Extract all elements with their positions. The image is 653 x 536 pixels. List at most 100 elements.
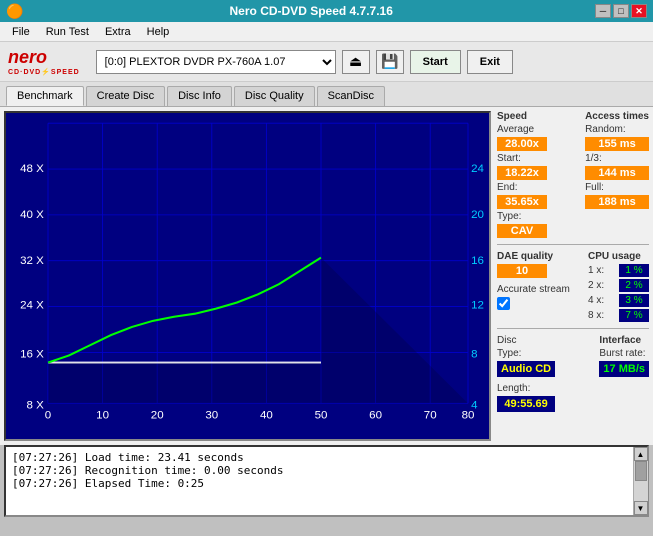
- svg-text:12: 12: [471, 300, 484, 312]
- app-icon: 🟠: [6, 3, 23, 20]
- scroll-thumb[interactable]: [635, 461, 647, 481]
- svg-text:8: 8: [471, 349, 477, 361]
- cpu-stats: CPU usage 1 x: 1 % 2 x: 2 % 4 x: 3 % 8 x…: [588, 251, 649, 322]
- dae-stats: DAE quality 10 Accurate stream: [497, 251, 570, 322]
- svg-text:16 X: 16 X: [20, 349, 44, 361]
- log-line-3: [07:27:26] Elapsed Time: 0:25: [12, 477, 641, 490]
- titlebar: 🟠 Nero CD-DVD Speed 4.7.7.16 ─ □ ✕: [0, 0, 653, 22]
- full-label: Full:: [585, 182, 649, 193]
- tab-scandisc[interactable]: ScanDisc: [317, 86, 385, 106]
- end-value: 35.65x: [497, 195, 547, 209]
- cpu-row-3: 4 x: 3 %: [588, 294, 649, 307]
- cpu-8x-value: 7 %: [619, 309, 649, 322]
- tab-disc-info[interactable]: Disc Info: [167, 86, 232, 106]
- maximize-button[interactable]: □: [613, 4, 629, 18]
- svg-text:30: 30: [205, 410, 218, 422]
- type-value: CAV: [497, 224, 547, 238]
- save-button[interactable]: 💾: [376, 50, 404, 74]
- svg-text:16: 16: [471, 255, 484, 267]
- drive-selector[interactable]: [0:0] PLEXTOR DVDR PX-760A 1.07: [96, 50, 336, 74]
- scroll-track: [634, 461, 648, 501]
- eject-button[interactable]: ⏏: [342, 50, 370, 74]
- svg-text:70: 70: [424, 410, 437, 422]
- start-value: 18.22x: [497, 166, 547, 180]
- cpu-2x-value: 2 %: [619, 279, 649, 292]
- onethird-value: 144 ms: [585, 166, 649, 180]
- menu-runtest[interactable]: Run Test: [38, 24, 97, 40]
- burst-label: Burst rate:: [599, 348, 649, 359]
- onethird-label: 1/3:: [585, 153, 649, 164]
- log-line-1: [07:27:26] Load time: 23.41 seconds: [12, 451, 641, 464]
- cpu-row-2: 2 x: 2 %: [588, 279, 649, 292]
- tab-create-disc[interactable]: Create Disc: [86, 86, 165, 106]
- menu-file[interactable]: File: [4, 24, 38, 40]
- svg-text:40 X: 40 X: [20, 209, 44, 221]
- logo: nero CD·DVD⚡SPEED: [8, 47, 80, 76]
- log-area: [07:27:26] Load time: 23.41 seconds [07:…: [4, 445, 649, 517]
- disc-length-label: Length:: [497, 383, 555, 394]
- tab-disc-quality[interactable]: Disc Quality: [234, 86, 315, 106]
- svg-text:50: 50: [315, 410, 328, 422]
- cpu-row-4: 8 x: 7 %: [588, 309, 649, 322]
- burst-value: 17 MB/s: [599, 361, 649, 377]
- speed-stats: Speed Average 28.00x Start: 18.22x End: …: [497, 111, 547, 238]
- interface-stats: Interface Burst rate: 17 MB/s: [599, 335, 649, 412]
- access-title: Access times: [585, 111, 649, 122]
- accurate-checkbox-area: [497, 297, 570, 310]
- disc-type-value: Audio CD: [497, 361, 555, 377]
- chart-svg: 8 X 16 X 24 X 32 X 40 X 48 X 4 8 12 16 2…: [6, 113, 489, 439]
- divider-2: [497, 328, 649, 329]
- minimize-button[interactable]: ─: [595, 4, 611, 18]
- average-value: 28.00x: [497, 137, 547, 151]
- exit-button[interactable]: Exit: [467, 50, 513, 74]
- tab-benchmark[interactable]: Benchmark: [6, 86, 84, 106]
- cpu-1x-value: 1 %: [619, 264, 649, 277]
- access-stats: Access times Random: 155 ms 1/3: 144 ms …: [585, 111, 649, 238]
- end-label: End:: [497, 182, 547, 193]
- cpu-2x-label: 2 x:: [588, 280, 613, 291]
- app-title: Nero CD-DVD Speed 4.7.7.16: [27, 4, 595, 18]
- log-scrollbar: ▲ ▼: [633, 447, 647, 515]
- close-button[interactable]: ✕: [631, 4, 647, 18]
- log-content: [07:27:26] Load time: 23.41 seconds [07:…: [6, 447, 647, 494]
- disc-length-value: 49:55.69: [497, 396, 555, 412]
- stats-panel: Speed Average 28.00x Start: 18.22x End: …: [495, 107, 653, 445]
- svg-text:32 X: 32 X: [20, 255, 44, 267]
- disc-type-sublabel: Type:: [497, 348, 555, 359]
- window-controls: ─ □ ✕: [595, 4, 647, 18]
- random-label: Random:: [585, 124, 649, 135]
- scroll-down-button[interactable]: ▼: [634, 501, 648, 515]
- menu-help[interactable]: Help: [139, 24, 178, 40]
- accurate-checkbox[interactable]: [497, 297, 510, 310]
- svg-text:20: 20: [151, 410, 164, 422]
- svg-text:48 X: 48 X: [20, 163, 44, 175]
- disc-type-label: Disc: [497, 335, 555, 346]
- cpu-1x-label: 1 x:: [588, 265, 613, 276]
- svg-text:8 X: 8 X: [26, 400, 44, 412]
- dae-title: DAE quality: [497, 251, 570, 262]
- logo-nero: nero: [8, 47, 47, 68]
- svg-text:60: 60: [369, 410, 382, 422]
- divider-1: [497, 244, 649, 245]
- accurate-label: Accurate stream: [497, 284, 570, 295]
- menubar: File Run Test Extra Help: [0, 22, 653, 42]
- main-content: 8 X 16 X 24 X 32 X 40 X 48 X 4 8 12 16 2…: [0, 107, 653, 445]
- menu-extra[interactable]: Extra: [97, 24, 139, 40]
- scroll-up-button[interactable]: ▲: [634, 447, 648, 461]
- start-label: Start:: [497, 153, 547, 164]
- svg-text:40: 40: [260, 410, 273, 422]
- svg-text:24 X: 24 X: [20, 300, 44, 312]
- speed-title: Speed: [497, 111, 547, 122]
- start-button[interactable]: Start: [410, 50, 461, 74]
- toolbar: nero CD·DVD⚡SPEED [0:0] PLEXTOR DVDR PX-…: [0, 42, 653, 82]
- cpu-row-1: 1 x: 1 %: [588, 264, 649, 277]
- tab-bar: Benchmark Create Disc Disc Info Disc Qua…: [0, 82, 653, 107]
- dae-value: 10: [497, 264, 547, 278]
- svg-text:80: 80: [462, 410, 475, 422]
- svg-text:20: 20: [471, 209, 484, 221]
- type-label: Type:: [497, 211, 547, 222]
- full-value: 188 ms: [585, 195, 649, 209]
- svg-text:24: 24: [471, 163, 484, 175]
- logo-cdspeed: CD·DVD⚡SPEED: [8, 68, 80, 76]
- svg-text:0: 0: [45, 410, 51, 422]
